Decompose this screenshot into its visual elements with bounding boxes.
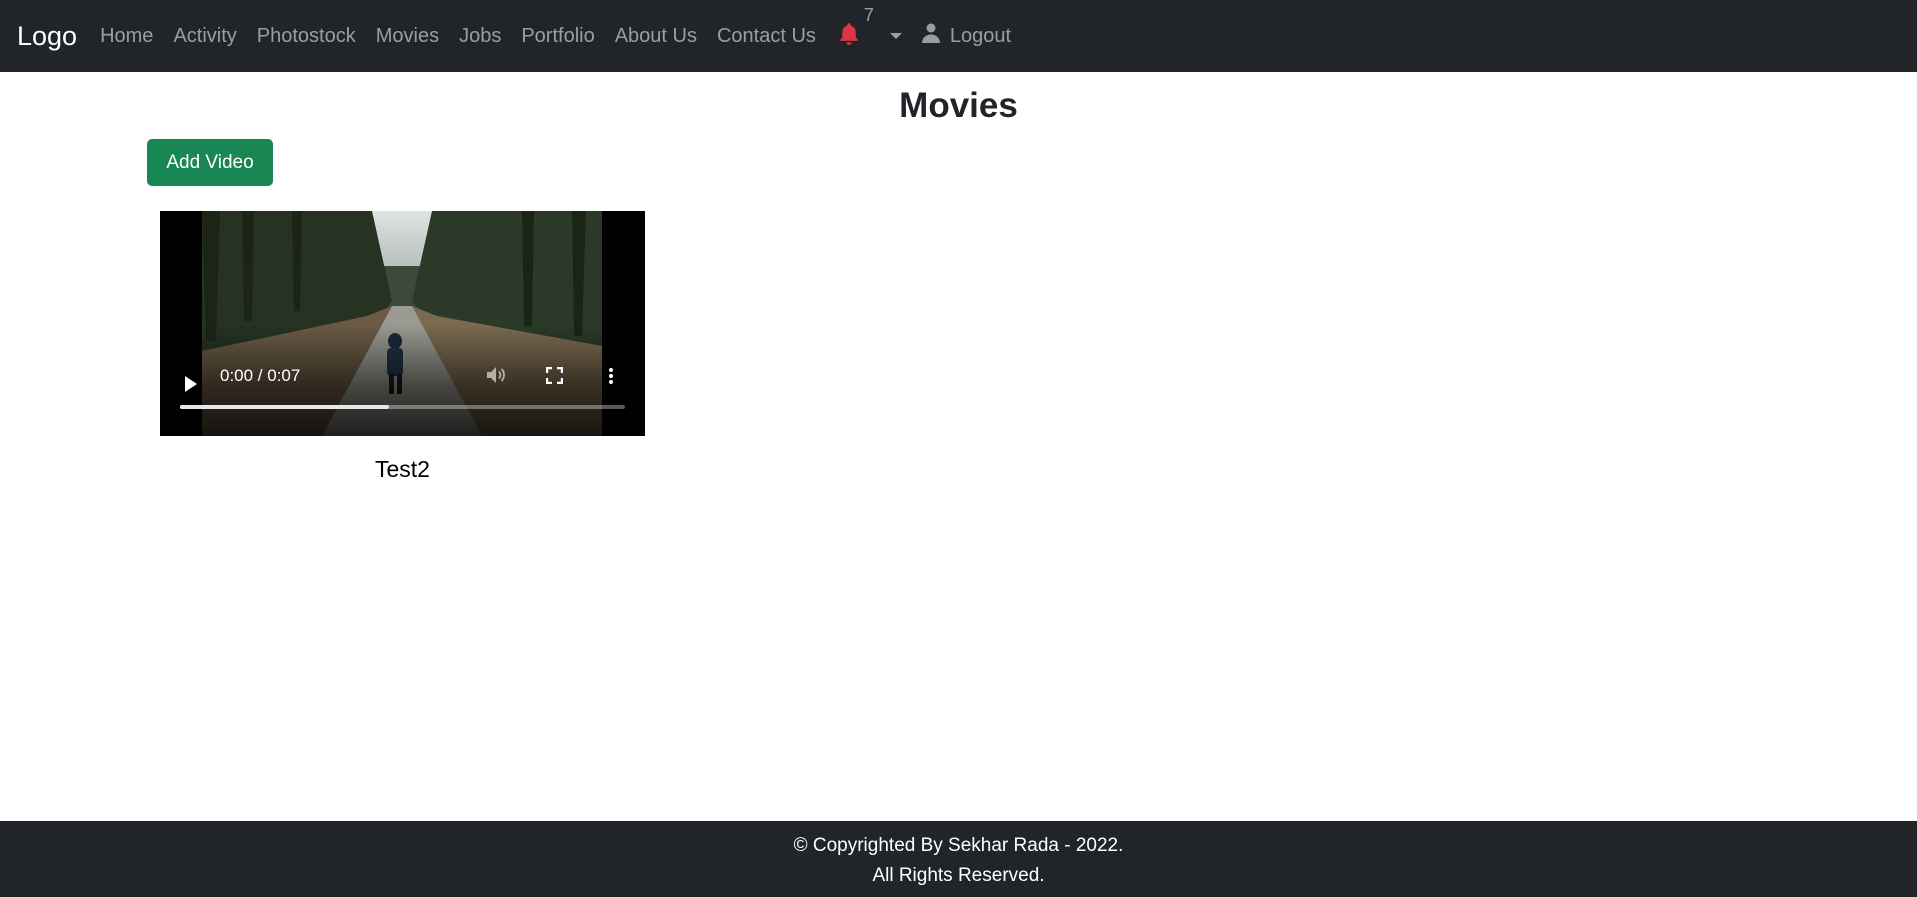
nav-item-home[interactable]: Home	[90, 25, 163, 48]
notifications-dropdown[interactable]: 7	[836, 5, 902, 52]
notification-count: 7	[863, 4, 874, 25]
add-video-button[interactable]: Add Video	[147, 139, 273, 186]
top-navbar: Logo Home Activity Photostock Movies Job…	[0, 0, 1917, 72]
progress-fill	[180, 405, 390, 409]
progress-bar[interactable]	[180, 405, 625, 409]
brand-logo[interactable]: Logo	[17, 21, 77, 52]
nav-item-about-us[interactable]: About Us	[605, 25, 707, 48]
logout-link[interactable]: Logout	[921, 23, 1012, 49]
user-icon	[921, 23, 940, 49]
video-player[interactable]: 0:00 / 0:07	[160, 211, 645, 436]
video-title: Test2	[375, 456, 430, 482]
nav-item-contact-us[interactable]: Contact Us	[707, 25, 826, 48]
page-title: Movies	[899, 86, 1018, 125]
more-options-icon[interactable]	[608, 367, 614, 390]
logout-label: Logout	[949, 24, 1012, 47]
fullscreen-icon[interactable]	[545, 366, 564, 389]
nav-links: Home Activity Photostock Movies Jobs Por…	[90, 25, 826, 48]
copyright-text: © Copyrighted By Sekhar Rada - 2022.	[793, 835, 1124, 856]
footer: © Copyrighted By Sekhar Rada - 2022. All…	[0, 821, 1917, 897]
bell-icon	[836, 21, 862, 52]
play-icon[interactable]	[185, 376, 197, 392]
chevron-down-icon[interactable]	[889, 33, 902, 39]
nav-item-movies[interactable]: Movies	[366, 25, 449, 48]
nav-item-photostock[interactable]: Photostock	[247, 25, 366, 48]
nav-item-portfolio[interactable]: Portfolio	[511, 25, 604, 48]
nav-item-jobs[interactable]: Jobs	[449, 25, 511, 48]
time-display: 0:00 / 0:07	[220, 366, 301, 385]
rights-text: All Rights Reserved.	[872, 865, 1045, 886]
volume-icon[interactable]	[486, 366, 506, 389]
nav-item-activity[interactable]: Activity	[163, 25, 246, 48]
